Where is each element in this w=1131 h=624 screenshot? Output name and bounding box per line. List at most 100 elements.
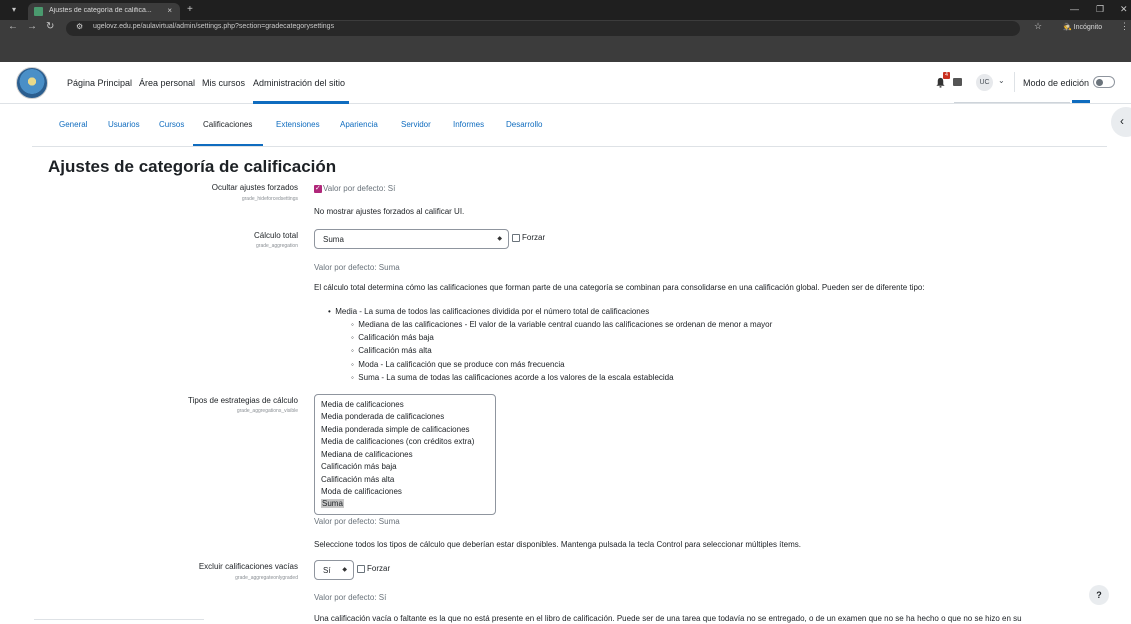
- only-graded-default: Valor por defecto: Sí: [314, 593, 387, 602]
- listbox-option[interactable]: Calificación más alta: [321, 475, 394, 484]
- tab-server[interactable]: Servidor: [401, 120, 431, 129]
- tab-courses[interactable]: Cursos: [159, 120, 184, 129]
- listbox-option-selected[interactable]: Suma: [321, 499, 344, 508]
- aggregation-force-label: Forzar: [522, 233, 546, 242]
- setting-label-only-graded: Excluir calificaciones vacías: [198, 562, 298, 571]
- setting-label-aggregations-visible: Tipos de estrategias de cálculo: [188, 396, 298, 405]
- messages-icon[interactable]: [953, 78, 962, 86]
- aggregation-subbullet-text: Calificación más alta: [358, 346, 432, 355]
- hide-forced-checkbox[interactable]: [314, 184, 322, 193]
- aggregation-force-checkbox[interactable]: [512, 234, 520, 242]
- site-logo[interactable]: [16, 67, 48, 99]
- setting-sublabel-only-graded: grade_aggregateonlygraded: [235, 575, 298, 581]
- aggregation-description: El cálculo total determina cómo las cali…: [314, 283, 925, 292]
- browser-menu-icon[interactable]: ⋮: [1120, 21, 1129, 32]
- edit-mode-label: Modo de edición: [1023, 78, 1090, 88]
- browser-tab-bar: ▾ Ajustes de categoría de califica... × …: [0, 0, 1131, 20]
- back-icon[interactable]: ←: [8, 21, 18, 32]
- setting-sublabel-hide-forced: grade_hideforcedsettings: [241, 196, 298, 202]
- aggregations-visible-description: Seleccione todos los tipos de cálculo qu…: [314, 540, 801, 549]
- listbox-option[interactable]: Mediana de calificaciones: [321, 450, 413, 459]
- aggregation-bullet-main-text: Media - La suma de todos las calificacio…: [335, 307, 650, 316]
- url-text: ugelovz.edu.pe/aulavirtual/admin/setting…: [93, 23, 335, 30]
- aggregation-select[interactable]: Suma ◆: [314, 229, 509, 249]
- nav-link-dashboard[interactable]: Área personal: [139, 78, 195, 88]
- tab-grades[interactable]: Calificaciones: [203, 120, 252, 129]
- setting-label-aggregation: Cálculo total: [253, 231, 298, 240]
- aggregation-bullet-main: • Media - La suma de todos las calificac…: [328, 307, 650, 316]
- tab-close-icon[interactable]: ×: [167, 6, 172, 15]
- aggregation-subbullet: ◦ Calificación más alta: [351, 346, 432, 355]
- aggregation-subbullet: ◦ Moda - La calificación que se produce …: [351, 360, 565, 369]
- primary-navigation: Página Principal Área personal Mis curso…: [0, 62, 1131, 104]
- notification-count-badge: 4: [943, 72, 950, 79]
- setting-sublabel-aggregations-visible: grade_aggregations_visible: [236, 408, 298, 414]
- hide-forced-description: No mostrar ajustes forzados al calificar…: [314, 207, 465, 216]
- nav-link-home[interactable]: Página Principal: [67, 78, 132, 88]
- aggregation-subbullet-text: Mediana de las calificaciones - El valor…: [358, 320, 773, 329]
- maximize-icon[interactable]: ❐: [1096, 4, 1104, 15]
- only-graded-force-label: Forzar: [367, 564, 391, 573]
- only-graded-force-checkbox[interactable]: [357, 565, 365, 573]
- listbox-option[interactable]: Media de calificaciones (con créditos ex…: [321, 437, 474, 446]
- select-arrows-icon: ◆: [497, 236, 502, 242]
- tab-plugins[interactable]: Extensiones: [276, 120, 320, 129]
- address-bar[interactable]: ⚙ ugelovz.edu.pe/aulavirtual/admin/setti…: [66, 21, 1020, 36]
- minimize-icon[interactable]: —: [1070, 4, 1079, 14]
- aggregation-select-value: Suma: [323, 235, 344, 244]
- aggregations-visible-default: Valor por defecto: Suma: [314, 517, 400, 526]
- aggregation-subbullet-text: Calificación más baja: [358, 333, 434, 342]
- help-button[interactable]: ?: [1089, 585, 1109, 605]
- window-close-icon[interactable]: ✕: [1120, 4, 1128, 15]
- incognito-label: Incógnito: [1073, 24, 1103, 31]
- tab-appearance[interactable]: Apariencia: [340, 120, 378, 129]
- incognito-indicator[interactable]: 🕵 Incógnito: [1063, 23, 1102, 31]
- only-graded-select[interactable]: Sí ◆: [314, 560, 354, 580]
- admin-search-field-edge[interactable]: [954, 102, 1070, 103]
- forward-icon[interactable]: →: [27, 21, 37, 32]
- moodle-favicon-icon: [34, 7, 43, 16]
- setting-label-hide-forced: Ocultar ajustes forzados: [211, 183, 298, 192]
- aggregation-subbullet: ◦ Calificación más baja: [351, 333, 434, 342]
- browser-tab-title: Ajustes de categoría de califica...: [49, 7, 152, 14]
- listbox-option[interactable]: Calificación más baja: [321, 462, 397, 471]
- select-arrows-icon: ◆: [342, 567, 347, 573]
- listbox-option[interactable]: Media ponderada simple de calificaciones: [321, 425, 470, 434]
- aggregation-subbullet-text: Moda - La calificación que se produce co…: [358, 360, 565, 369]
- aggregations-visible-listbox[interactable]: Media de calificaciones Media ponderada …: [314, 394, 496, 515]
- aggregation-subbullet-text: Suma - La suma de todas las calificacion…: [358, 373, 674, 382]
- tab-development[interactable]: Desarrollo: [506, 120, 542, 129]
- user-menu-chevron-down-icon[interactable]: ⌄: [998, 76, 1005, 85]
- secondary-navigation: General Usuarios Cursos Calificaciones E…: [0, 104, 1131, 146]
- tab-users[interactable]: Usuarios: [108, 120, 140, 129]
- hide-forced-default: Valor por defecto: Sí: [323, 184, 396, 193]
- user-avatar[interactable]: UC: [976, 74, 993, 91]
- browser-tab[interactable]: Ajustes de categoría de califica... ×: [28, 3, 180, 20]
- new-tab-icon[interactable]: +: [187, 4, 193, 15]
- chevron-left-icon: ‹: [1120, 114, 1124, 128]
- edit-mode-toggle[interactable]: [1093, 76, 1115, 88]
- nav-link-site-admin[interactable]: Administración del sitio: [253, 78, 345, 88]
- admin-search-button-edge[interactable]: [1072, 100, 1090, 103]
- bookmark-star-icon[interactable]: ☆: [1034, 21, 1042, 32]
- setting-sublabel-aggregation: grade_aggregation: [256, 243, 298, 249]
- secondary-nav-border: [32, 146, 1107, 147]
- aggregation-default: Valor por defecto: Suma: [314, 263, 400, 272]
- aggregation-subbullet: ◦ Suma - La suma de todas las calificaci…: [351, 373, 674, 382]
- reload-icon[interactable]: ↻: [46, 21, 54, 32]
- listbox-option[interactable]: Moda de calificaciones: [321, 487, 402, 496]
- aggregation-subbullet: ◦ Mediana de las calificaciones - El val…: [351, 320, 773, 329]
- navbar-divider: [1014, 72, 1015, 92]
- tab-general[interactable]: General: [59, 120, 87, 129]
- tab-search-icon[interactable]: ▾: [8, 5, 20, 16]
- browser-toolbar: ← → ↻ ⚙ ugelovz.edu.pe/aulavirtual/admin…: [0, 20, 1131, 62]
- site-info-icon[interactable]: ⚙: [76, 22, 83, 31]
- tab-reports[interactable]: Informes: [453, 120, 484, 129]
- listbox-option[interactable]: Media ponderada de calificaciones: [321, 412, 444, 421]
- only-graded-select-value: Sí: [323, 566, 331, 575]
- page-title: Ajustes de categoría de calificación: [48, 157, 337, 176]
- listbox-option[interactable]: Media de calificaciones: [321, 400, 404, 409]
- toggle-knob: [1096, 79, 1103, 86]
- footer-divider: [34, 619, 204, 620]
- nav-link-my-courses[interactable]: Mis cursos: [202, 78, 245, 88]
